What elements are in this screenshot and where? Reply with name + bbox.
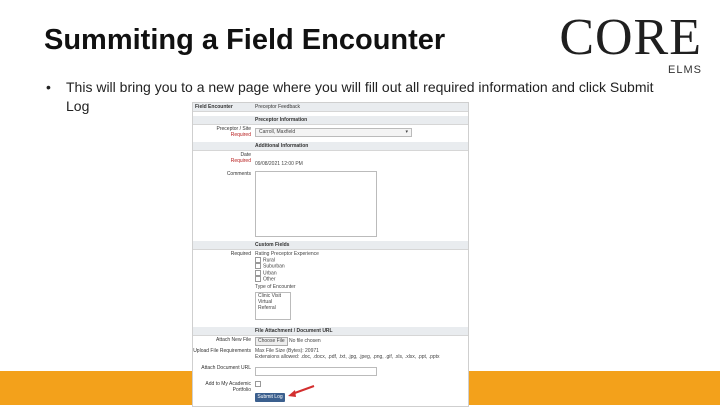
url-row: Attach Document URL: [193, 365, 468, 377]
upload-row: Upload File Requirements Max File Size (…: [193, 348, 468, 362]
attach-section-header: File Attachment / Document URL: [193, 327, 468, 336]
add-row: Add to My Academic Portfolio: [193, 381, 468, 393]
comments-label: Comments: [226, 171, 251, 177]
add-checkbox-wrap: [255, 381, 263, 387]
preceptor-required: Required: [230, 132, 251, 138]
type-listbox[interactable]: Clinic Visit Virtual Referral: [255, 292, 291, 320]
form-screenshot: Field Encounter Preceptor Feedback Prece…: [192, 102, 469, 407]
comments-textarea[interactable]: [255, 171, 377, 237]
preceptor-label: Preceptor / Site Required: [193, 126, 251, 138]
date-row: Date Required 09/08/2021 12:00 PM: [193, 152, 468, 168]
choose-file-button[interactable]: Choose File: [255, 337, 288, 346]
additional-section-header: Additional Information: [193, 142, 468, 151]
preceptor-section-header: Preceptor Information: [193, 116, 468, 125]
upload-label: Upload File Requirements: [193, 348, 251, 354]
preceptor-section-title: Preceptor Information: [255, 117, 308, 123]
type-option[interactable]: Referral: [256, 305, 290, 311]
slide-title: Summiting a Field Encounter: [44, 24, 446, 56]
visits-row: Required Rating Preceptor Experience Rur…: [193, 251, 468, 283]
custom-section-header: Custom Fields: [193, 241, 468, 250]
no-file-text: No file chosen: [289, 338, 321, 344]
url-input[interactable]: [255, 367, 377, 376]
date-required: Required: [230, 158, 251, 164]
chevron-down-icon: ▾: [405, 129, 408, 135]
preceptor-row: Preceptor / Site Required Carroll, Maxfi…: [193, 126, 468, 140]
upload-ext-text: Extensions allowed: .doc, .docx, .pdf, .…: [255, 354, 440, 360]
checkbox[interactable]: [255, 257, 261, 263]
visits-field: Rating Preceptor Experience Rural Suburb…: [255, 251, 319, 282]
add-label: Add to My Academic Portfolio: [205, 381, 251, 393]
visit-option[interactable]: Other: [255, 275, 319, 283]
visit-option-label: Other: [263, 276, 276, 283]
form-heading-value: Preceptor Feedback: [255, 104, 301, 110]
date-field[interactable]: 09/08/2021 12:00 PM: [255, 161, 303, 167]
comments-row: Comments: [193, 171, 468, 239]
form-heading-label: Field Encounter: [195, 104, 233, 110]
attach-row: Attach New File Choose File No file chos…: [193, 337, 468, 346]
url-label: Attach Document URL: [201, 365, 251, 371]
attach-label: Attach New File: [215, 337, 251, 343]
checkbox[interactable]: [255, 275, 261, 282]
date-label: Date Required: [193, 152, 251, 164]
type-row: Type of Encounter Clinic Visit Virtual R…: [193, 284, 468, 324]
bullet-dot: •: [46, 79, 51, 95]
checkbox[interactable]: [255, 263, 261, 270]
red-arrow-icon: [288, 385, 315, 397]
submit-log-button[interactable]: Submit Log: [255, 393, 285, 402]
logo-main-text: CORE: [559, 9, 702, 66]
custom-section-title: Custom Fields: [255, 242, 290, 248]
visit-option-label: Suburban: [263, 263, 285, 270]
logo-sub-text: ELMS: [668, 64, 702, 76]
core-elms-logo: CORE ELMS: [559, 8, 716, 80]
preceptor-select[interactable]: Carroll, Maxfield ▾: [255, 128, 412, 137]
checkbox[interactable]: [255, 269, 261, 276]
visits-required: Required: [230, 251, 251, 257]
preceptor-select-value: Carroll, Maxfield: [259, 129, 296, 135]
additional-section-title: Additional Information: [255, 143, 309, 149]
attach-section-title: File Attachment / Document URL: [255, 328, 333, 334]
form-heading-row: Field Encounter Preceptor Feedback: [193, 103, 468, 112]
add-checkbox[interactable]: [255, 381, 261, 387]
type-label: Type of Encounter: [255, 284, 296, 290]
